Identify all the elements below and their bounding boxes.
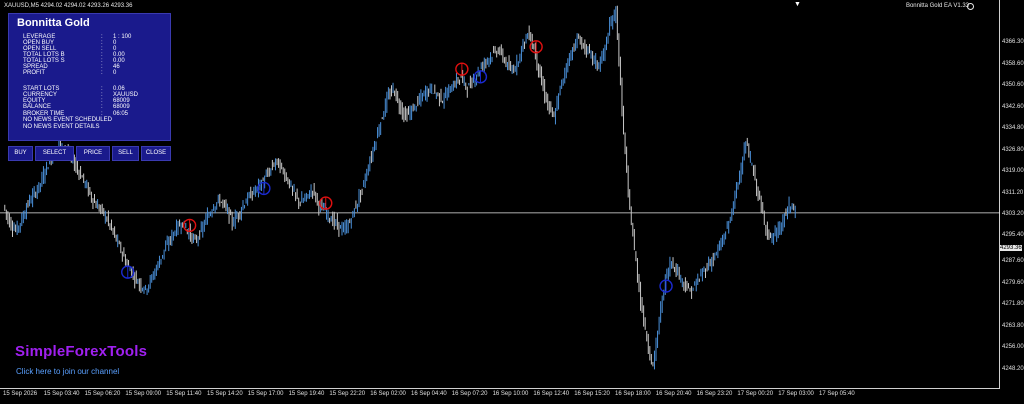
price-tick: 4263.80 — [1002, 323, 1024, 329]
price-tick: 4366.30 — [1002, 39, 1024, 45]
sell-button[interactable]: SELL — [112, 146, 139, 161]
time-tick: 16 Sep 18:00 — [615, 391, 651, 397]
select-button[interactable]: SELECT — [35, 146, 74, 161]
row-value: 06:05 — [113, 111, 129, 117]
row-label: BALANCE — [23, 104, 52, 110]
time-tick: 16 Sep 07:20 — [451, 391, 488, 397]
time-tick: 16 Sep 15:20 — [574, 391, 610, 397]
info-panel: Bonnitta Gold LEVERAGE:1 : 100 OPEN BUY:0… — [8, 13, 171, 141]
time-tick: 15 Sep 11:40 — [166, 391, 202, 397]
row-sep: : — [101, 104, 103, 110]
row-label: PROFIT — [23, 70, 45, 76]
time-tick: 17 Sep 00:20 — [737, 391, 774, 397]
row-value: 0 — [113, 70, 117, 76]
time-tick: 16 Sep 10:00 — [492, 391, 529, 397]
time-tick: 16 Sep 02:00 — [370, 391, 406, 397]
close-button[interactable]: CLOSE — [141, 146, 171, 161]
price-tick: 4271.80 — [1002, 301, 1024, 307]
time-axis: 15 Sep 2026 15 Sep 03:40 15 Sep 06:20 15 Se… — [0, 389, 1000, 404]
price-tick: 4342.60 — [1002, 104, 1024, 110]
time-tick: 15 Sep 06:20 — [84, 391, 121, 397]
time-tick: 16 Sep 20:40 — [655, 391, 692, 397]
panel-title: Bonnitta Gold — [17, 17, 90, 29]
join-channel-link[interactable]: Click here to join our channel — [16, 367, 119, 376]
price-tick: 4295.40 — [1002, 232, 1024, 238]
time-tick: 15 Sep 09:00 — [125, 391, 162, 397]
price-tick: 4311.20 — [1002, 190, 1024, 196]
price-tick: 4303.20 — [1002, 211, 1024, 217]
time-tick: 16 Sep 23:20 — [696, 391, 733, 397]
price-button[interactable]: PRICE — [76, 146, 110, 161]
price-tick: 4319.00 — [1002, 168, 1024, 174]
row-value: 68009 — [113, 104, 130, 110]
price-tick: 4256.00 — [1002, 344, 1024, 350]
price-tick: 4248.20 — [1002, 366, 1024, 372]
chart-area[interactable]: XAUUSD,M5 4294.02 4294.02 4293.26 4293.3… — [0, 0, 1000, 389]
price-tick: 4326.80 — [1002, 147, 1024, 153]
row-sep: : — [101, 70, 103, 76]
time-tick: 17 Sep 03:00 — [778, 391, 814, 397]
price-tick: 4334.80 — [1002, 125, 1024, 131]
brand-logo: SimpleForexTools — [15, 343, 148, 360]
panel-row: BALANCE: 68009 — [23, 104, 130, 111]
price-tick: 4358.60 — [1002, 61, 1024, 67]
time-tick: 15 Sep 03:40 — [43, 391, 80, 397]
time-tick: 15 Sep 14:20 — [207, 391, 243, 397]
price-tick: 4287.60 — [1002, 258, 1024, 264]
price-tick: 4350.60 — [1002, 82, 1024, 88]
time-tick: 15 Sep 19:40 — [288, 391, 325, 397]
time-tick: 15 Sep 17:00 — [247, 391, 284, 397]
time-tick: 15 Sep 2026 — [3, 391, 38, 397]
news-status: NO NEWS EVENT SCHEDULED — [23, 117, 112, 123]
buy-button[interactable]: BUY — [8, 146, 33, 161]
news-details: NO NEWS EVENT DETAILS — [23, 124, 100, 130]
price-tick: 4293.36 — [1000, 245, 1022, 251]
time-tick: 17 Sep 05:40 — [819, 391, 855, 397]
time-tick: 16 Sep 04:40 — [411, 391, 447, 397]
price-axis: 4366.30 4358.60 4350.60 4342.60 4334.80 4326.… — [1000, 0, 1024, 389]
time-tick: 15 Sep 22:20 — [329, 391, 366, 397]
price-tick: 4279.60 — [1002, 280, 1024, 286]
time-tick: 16 Sep 12:40 — [533, 391, 570, 397]
panel-row: PROFIT: 0 — [23, 70, 116, 77]
